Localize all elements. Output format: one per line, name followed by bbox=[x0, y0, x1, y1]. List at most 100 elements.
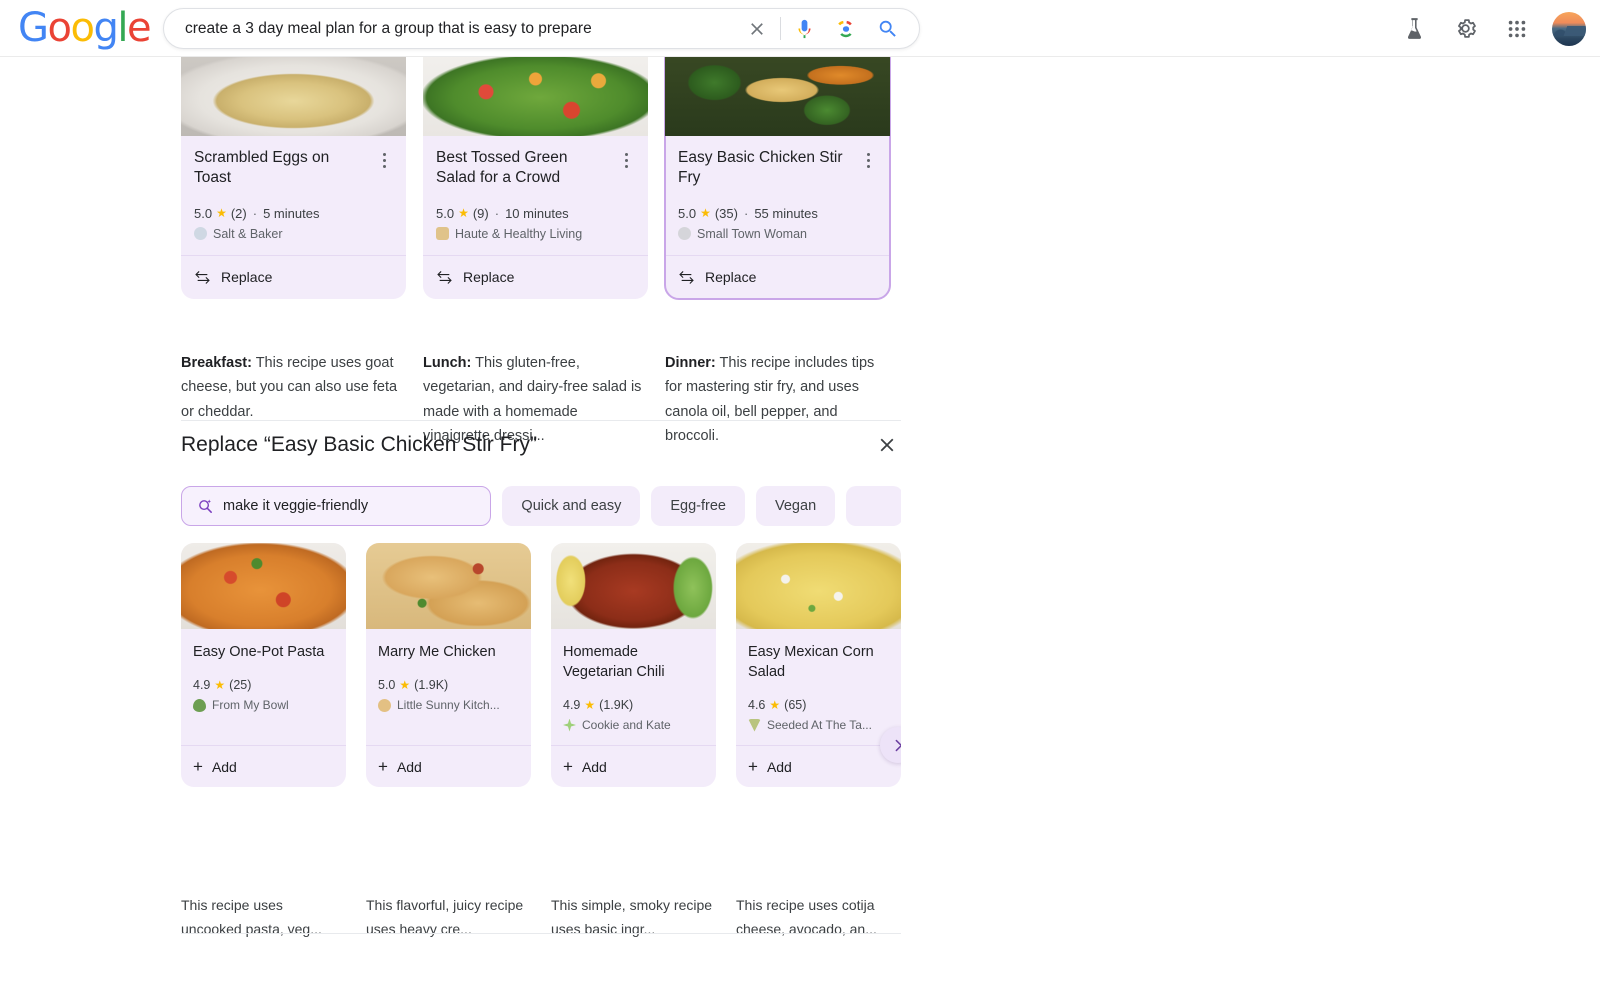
cook-time: 10 minutes bbox=[505, 206, 569, 221]
filter-chip-active[interactable]: make it veggie-friendly bbox=[181, 486, 491, 526]
source-name: Haute & Healthy Living bbox=[455, 227, 582, 241]
meal-card-rating: 5.0 ★ (35) · 55 minutes bbox=[678, 206, 877, 221]
recipe-source: From My Bowl bbox=[193, 698, 334, 712]
vegetarian-chili-photo bbox=[551, 543, 716, 629]
rating-value: 4.6 bbox=[748, 698, 765, 712]
recipe-rating: 4.9 ★ (1.9K) bbox=[563, 698, 704, 712]
replace-button[interactable]: Replace bbox=[423, 255, 648, 299]
recipe-result-card[interactable]: Easy One-Pot Pasta 4.9 ★ (25) From My Bo… bbox=[181, 543, 346, 787]
more-options-icon[interactable] bbox=[375, 148, 393, 168]
source-favicon-icon bbox=[378, 699, 391, 712]
add-label: Add bbox=[767, 759, 792, 775]
add-recipe-button[interactable]: + Add bbox=[736, 745, 901, 787]
recipe-card-body: Easy One-Pot Pasta 4.9 ★ (25) From My Bo… bbox=[181, 629, 346, 745]
google-apps-grid-icon[interactable] bbox=[1501, 13, 1532, 44]
meal-card-source: Salt & Baker bbox=[194, 227, 393, 241]
meal-card-body: Scrambled Eggs on Toast 5.0 ★ (2) · 5 mi… bbox=[181, 136, 406, 255]
meal-card[interactable]: Best Tossed Green Salad for a Crowd 5.0 … bbox=[423, 44, 648, 299]
review-count: (9) bbox=[473, 206, 489, 221]
recipe-result-card[interactable]: Homemade Vegetarian Chili 4.9 ★ (1.9K) C… bbox=[551, 543, 716, 787]
plus-icon: + bbox=[378, 758, 388, 775]
filter-chip-label: Egg-free bbox=[670, 498, 726, 514]
google-logo[interactable]: Google bbox=[18, 8, 150, 48]
close-icon[interactable] bbox=[873, 431, 901, 459]
add-recipe-button[interactable]: + Add bbox=[366, 745, 531, 787]
star-icon: ★ bbox=[399, 678, 410, 692]
star-icon: ★ bbox=[458, 206, 469, 220]
replacement-results: Easy One-Pot Pasta 4.9 ★ (25) From My Bo… bbox=[181, 543, 901, 787]
filter-chip-partial[interactable] bbox=[846, 486, 903, 526]
source-favicon-icon bbox=[436, 227, 449, 240]
replace-panel-title: Replace “Easy Basic Chicken Stir Fry” bbox=[181, 433, 537, 457]
add-recipe-button[interactable]: + Add bbox=[551, 745, 716, 787]
review-count: (35) bbox=[715, 206, 738, 221]
ai-search-sparkle-icon bbox=[197, 498, 214, 515]
replace-label: Replace bbox=[221, 269, 272, 285]
meal-card-selected[interactable]: Easy Basic Chicken Stir Fry 5.0 ★ (35) ·… bbox=[665, 44, 890, 299]
source-name: Salt & Baker bbox=[213, 227, 282, 241]
recipe-title: Homemade Vegetarian Chili bbox=[563, 642, 704, 682]
source-name: Cookie and Kate bbox=[582, 718, 671, 732]
more-options-icon[interactable] bbox=[617, 148, 635, 168]
section-divider bbox=[181, 420, 901, 421]
separator: · bbox=[744, 206, 748, 221]
google-lens-icon[interactable] bbox=[830, 14, 860, 44]
add-label: Add bbox=[212, 759, 237, 775]
meal-card-rating: 5.0 ★ (9) · 10 minutes bbox=[436, 206, 635, 221]
source-name: Little Sunny Kitch... bbox=[397, 698, 500, 712]
plus-icon: + bbox=[563, 758, 573, 775]
source-favicon-icon bbox=[678, 227, 691, 240]
replace-button[interactable]: Replace bbox=[665, 255, 890, 299]
star-icon: ★ bbox=[216, 206, 227, 220]
recipe-result-card[interactable]: Marry Me Chicken 5.0 ★ (1.9K) Little Sun… bbox=[366, 543, 531, 787]
search-bar[interactable] bbox=[163, 8, 920, 49]
add-label: Add bbox=[582, 759, 607, 775]
microphone-icon[interactable] bbox=[789, 14, 819, 44]
cook-time: 55 minutes bbox=[754, 206, 818, 221]
meal-card[interactable]: Scrambled Eggs on Toast 5.0 ★ (2) · 5 mi… bbox=[181, 44, 406, 299]
more-options-icon[interactable] bbox=[859, 148, 877, 168]
settings-gear-icon[interactable] bbox=[1450, 13, 1481, 44]
filter-chip[interactable]: Quick and easy bbox=[502, 486, 640, 526]
mexican-corn-salad-photo bbox=[736, 543, 901, 629]
meal-card-title: Scrambled Eggs on Toast bbox=[194, 148, 369, 188]
recipe-title: Easy Mexican Corn Salad bbox=[748, 642, 889, 682]
recipe-title: Marry Me Chicken bbox=[378, 642, 519, 662]
filter-chip[interactable]: Vegan bbox=[756, 486, 835, 526]
recipe-result-card[interactable]: Easy Mexican Corn Salad 4.6 ★ (65) Seede… bbox=[736, 543, 901, 787]
review-count: (1.9K) bbox=[599, 698, 633, 712]
labs-flask-icon[interactable] bbox=[1399, 13, 1430, 44]
star-icon: ★ bbox=[769, 698, 780, 712]
search-icon[interactable] bbox=[873, 14, 903, 44]
page-right-margin bbox=[901, 57, 1600, 998]
source-favicon-icon bbox=[748, 719, 761, 732]
meal-description-label: Lunch: bbox=[423, 355, 471, 371]
search-divider bbox=[780, 17, 781, 40]
meal-card-body: Best Tossed Green Salad for a Crowd 5.0 … bbox=[423, 136, 648, 255]
replace-button[interactable]: Replace bbox=[181, 255, 406, 299]
meal-description-label: Breakfast: bbox=[181, 355, 252, 371]
search-input[interactable] bbox=[185, 20, 740, 38]
close-icon[interactable] bbox=[740, 12, 774, 46]
swap-arrows-icon bbox=[436, 270, 453, 285]
filter-chip[interactable]: Egg-free bbox=[651, 486, 745, 526]
rating-value: 4.9 bbox=[563, 698, 580, 712]
swap-arrows-icon bbox=[678, 270, 695, 285]
swap-arrows-icon bbox=[194, 270, 211, 285]
avatar[interactable] bbox=[1552, 12, 1586, 46]
separator: · bbox=[253, 206, 257, 221]
logo-letter: e bbox=[127, 5, 150, 51]
separator: · bbox=[495, 206, 499, 221]
add-recipe-button[interactable]: + Add bbox=[181, 745, 346, 787]
meal-card-rating: 5.0 ★ (2) · 5 minutes bbox=[194, 206, 393, 221]
plus-icon: + bbox=[748, 758, 758, 775]
recipe-title: Easy One-Pot Pasta bbox=[193, 642, 334, 662]
logo-letter: G bbox=[18, 5, 48, 51]
source-name: Small Town Woman bbox=[697, 227, 807, 241]
bottom-divider bbox=[181, 933, 901, 934]
logo-letter: l bbox=[117, 5, 127, 51]
recipe-source: Little Sunny Kitch... bbox=[378, 698, 519, 712]
recipe-card-body: Marry Me Chicken 5.0 ★ (1.9K) Little Sun… bbox=[366, 629, 531, 745]
rating-value: 5.0 bbox=[678, 206, 696, 221]
filter-chip-label: make it veggie-friendly bbox=[223, 498, 368, 514]
